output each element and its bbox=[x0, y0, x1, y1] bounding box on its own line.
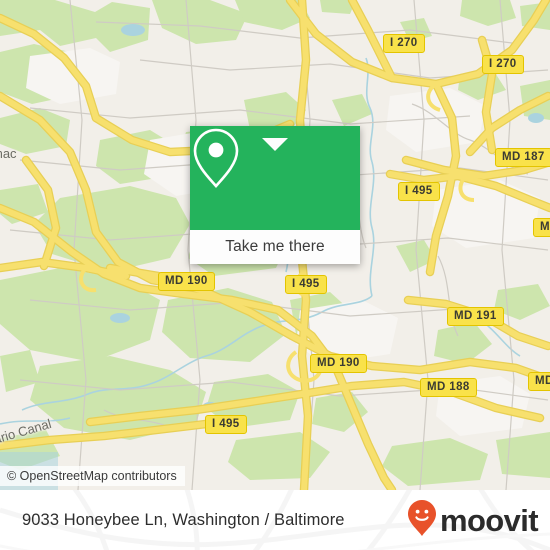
osm-attribution[interactable]: © OpenStreetMap contributors bbox=[0, 466, 185, 486]
moovit-smile-pin-icon bbox=[407, 499, 437, 542]
moovit-logo[interactable]: moovit bbox=[407, 490, 539, 550]
map-place-label: mac bbox=[0, 146, 17, 161]
road-shield-md190-a[interactable]: MD 190 bbox=[158, 272, 215, 291]
footer-bar: 9033 Honeybee Ln, Washington / Baltimore… bbox=[0, 490, 550, 550]
address-label: 9033 Honeybee Ln, Washington / Baltimore bbox=[22, 510, 345, 529]
take-me-there-button[interactable]: Take me there bbox=[190, 230, 360, 264]
road-shield-md-cut-a[interactable]: MD bbox=[533, 218, 550, 237]
moovit-map-screenshot: mac ario Canal I 270 I 270 MD 187 I 495 … bbox=[0, 0, 550, 550]
road-shield-md191[interactable]: MD 191 bbox=[447, 307, 504, 326]
callout-pointer-tail bbox=[262, 138, 288, 151]
road-shield-i495-b[interactable]: I 495 bbox=[285, 275, 327, 294]
map-canvas[interactable]: mac ario Canal I 270 I 270 MD 187 I 495 … bbox=[0, 0, 550, 490]
road-shield-i270-a[interactable]: I 270 bbox=[383, 34, 425, 53]
road-shield-i270-b[interactable]: I 270 bbox=[482, 55, 524, 74]
road-shield-md-cut-b[interactable]: MD bbox=[528, 372, 550, 391]
road-shield-i495-a[interactable]: I 495 bbox=[398, 182, 440, 201]
take-me-there-label: Take me there bbox=[225, 238, 325, 255]
moovit-wordmark: moovit bbox=[439, 502, 539, 538]
road-shield-i495-c[interactable]: I 495 bbox=[205, 415, 247, 434]
road-shield-md190-b[interactable]: MD 190 bbox=[310, 354, 367, 373]
road-shield-md187[interactable]: MD 187 bbox=[495, 148, 550, 167]
road-shield-md188[interactable]: MD 188 bbox=[420, 378, 477, 397]
